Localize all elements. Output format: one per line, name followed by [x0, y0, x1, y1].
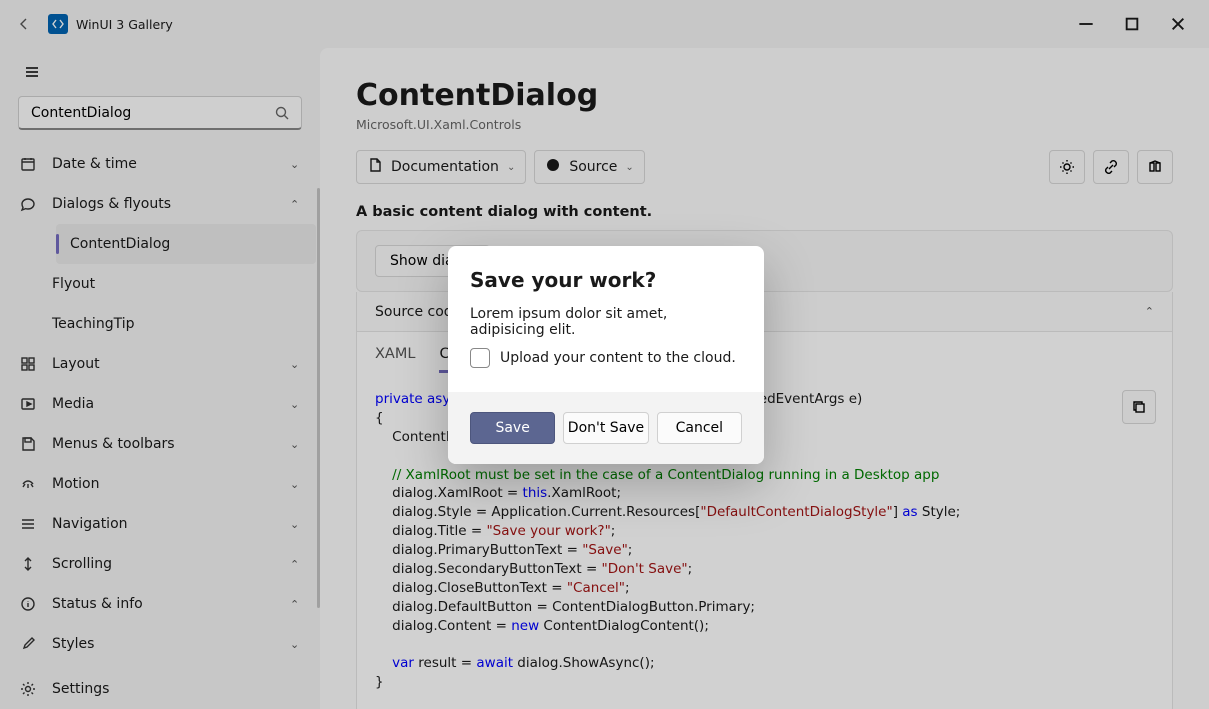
dialog-save-button[interactable]: Save [470, 412, 555, 444]
dialog-text: Lorem ipsum dolor sit amet, adipisicing … [470, 306, 742, 338]
dialog-title: Save your work? [470, 268, 742, 292]
modal-overlay[interactable]: Save your work? Lorem ipsum dolor sit am… [0, 0, 1209, 709]
checkbox-label: Upload your content to the cloud. [500, 350, 736, 366]
upload-checkbox[interactable] [470, 348, 490, 368]
content-dialog: Save your work? Lorem ipsum dolor sit am… [448, 246, 764, 464]
dialog-dont-save-button[interactable]: Don't Save [563, 412, 648, 444]
dialog-cancel-button[interactable]: Cancel [657, 412, 742, 444]
